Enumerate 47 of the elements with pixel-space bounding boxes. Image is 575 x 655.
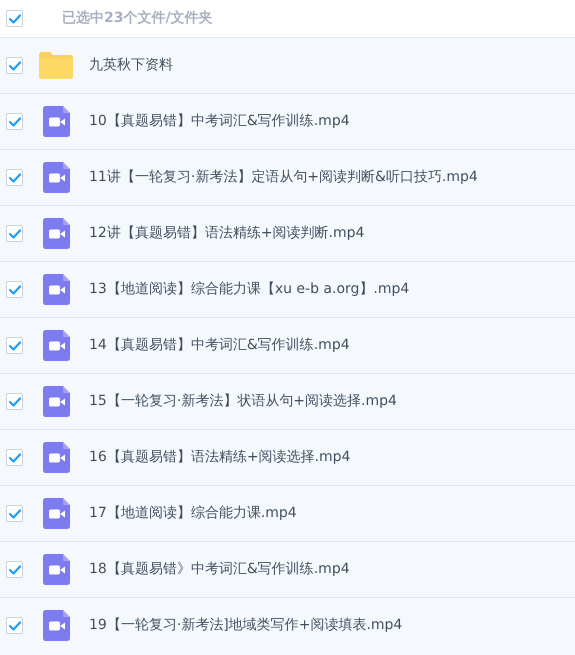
folder-icon <box>39 52 73 79</box>
checkbox[interactable] <box>6 10 23 27</box>
file-name[interactable]: 13【地道阅读】综合能力课【xu e-b a.org】.mp4 <box>89 279 410 300</box>
checkbox[interactable] <box>6 393 23 410</box>
checkbox[interactable] <box>6 57 23 74</box>
file-name[interactable]: 18【真题易错》中考词汇&写作训练.mp4 <box>89 559 350 580</box>
selection-count: 已选中23个文件/文件夹 <box>62 9 213 28</box>
video-file-icon <box>42 274 70 305</box>
file-name[interactable]: 15【一轮复习·新考法】状语从句+阅读选择.mp4 <box>89 391 397 412</box>
checkmark-icon <box>8 340 20 350</box>
checkbox[interactable] <box>6 505 23 522</box>
video-file-icon <box>42 610 70 641</box>
video-file-icon <box>42 442 70 473</box>
video-file-icon <box>42 162 70 193</box>
video-file-icon <box>42 106 70 137</box>
checkbox[interactable] <box>6 281 23 298</box>
checkmark-icon <box>8 172 20 182</box>
checkmark-icon <box>8 564 20 574</box>
file-name[interactable]: 11讲【一轮复习·新考法】定语从句+阅读判断&听口技巧.mp4 <box>89 167 478 188</box>
checkmark-icon <box>8 60 20 70</box>
checkbox[interactable] <box>6 113 23 130</box>
checkbox[interactable] <box>6 617 23 634</box>
checkmark-icon <box>8 228 20 238</box>
video-file-icon <box>42 330 70 361</box>
checkbox[interactable] <box>6 225 23 242</box>
video-file-icon <box>42 554 70 585</box>
checkbox[interactable] <box>6 561 23 578</box>
checkmark-icon <box>8 620 20 630</box>
file-name[interactable]: 14【真题易错】中考词汇&写作训练.mp4 <box>89 335 350 356</box>
file-name[interactable]: 九英秋下资料 <box>89 55 173 76</box>
file-name[interactable]: 19【一轮复习·新考法]地域类写作+阅读填表.mp4 <box>89 615 402 636</box>
checkmark-icon <box>8 452 20 462</box>
file-name[interactable]: 17【地道阅读】综合能力课.mp4 <box>89 503 297 524</box>
checkmark-icon <box>8 116 20 126</box>
checkbox[interactable] <box>6 169 23 186</box>
file-name[interactable]: 16【真题易错】语法精练+阅读选择.mp4 <box>89 447 350 468</box>
video-file-icon <box>42 498 70 529</box>
video-file-icon <box>42 386 70 417</box>
file-name[interactable]: 12讲【真题易错】语法精练+阅读判断.mp4 <box>89 223 364 244</box>
checkmark-icon <box>8 508 20 518</box>
checkbox[interactable] <box>6 449 23 466</box>
video-file-icon <box>42 218 70 249</box>
checkmark-icon <box>8 284 20 294</box>
checkmark-icon <box>8 396 20 406</box>
file-name[interactable]: 10【真题易错】中考词汇&写作训练.mp4 <box>89 111 350 132</box>
checkmark-icon <box>8 14 20 24</box>
checkbox[interactable] <box>6 337 23 354</box>
